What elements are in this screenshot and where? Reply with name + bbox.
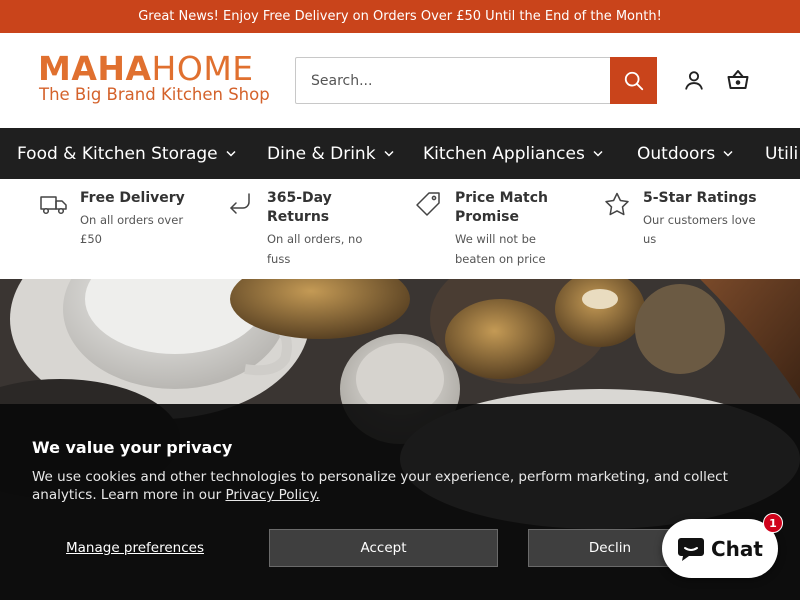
star-icon — [605, 192, 629, 216]
usp-title: Free Delivery — [80, 190, 185, 206]
accept-button[interactable]: Accept — [269, 529, 498, 567]
chat-label: Chat — [711, 536, 763, 561]
site-logo[interactable]: MAHAHOME The Big Brand Kitchen Shop — [38, 51, 274, 111]
chevron-down-icon — [226, 150, 236, 157]
announcement-text: Great News! Enjoy Free Delivery on Order… — [138, 9, 662, 24]
chat-notification-badge: 1 — [763, 513, 783, 533]
logo-tagline: The Big Brand Kitchen Shop — [39, 85, 270, 104]
nav-item-outdoors[interactable]: Outdoors — [637, 128, 733, 179]
nav-item-food-kitchen-storage[interactable]: Food & Kitchen Storage — [17, 128, 236, 179]
usp-returns: 365-Day Returns On all orders, no fuss — [227, 179, 397, 279]
nav-item-dine-drink[interactable]: Dine & Drink — [267, 128, 394, 179]
chevron-down-icon — [593, 150, 603, 157]
usp-ratings: 5-Star Ratings Our customers love us — [603, 179, 793, 279]
cookie-title: We value your privacy — [32, 438, 233, 457]
nav-item-utilities[interactable]: Utili — [765, 128, 798, 179]
usp-title: Returns — [267, 209, 330, 225]
chevron-down-icon — [384, 150, 394, 157]
usp-title: Promise — [455, 209, 519, 225]
usp-title: 365-Day — [267, 190, 332, 206]
usp-subtitle: On all orders over — [80, 213, 184, 227]
usp-subtitle: fuss — [267, 252, 291, 266]
cookie-text: We use cookies and other technologies to… — [32, 468, 772, 504]
price-tag-icon — [416, 192, 440, 216]
chevron-down-icon — [723, 150, 733, 157]
account-icon[interactable] — [683, 69, 705, 91]
usp-subtitle: We will not be — [455, 232, 536, 246]
chat-bubble-icon — [678, 537, 704, 561]
nav-item-label: Food & Kitchen Storage — [17, 143, 218, 164]
nav-item-label: Outdoors — [637, 143, 716, 164]
nav-item-label: Dine & Drink — [267, 143, 376, 164]
usp-subtitle: On all orders, no — [267, 232, 363, 246]
truck-icon — [40, 196, 67, 215]
return-arrow-icon — [230, 193, 250, 214]
search-button[interactable] — [610, 57, 657, 104]
logo-wordmark: MAHAHOME — [38, 49, 254, 88]
usp-subtitle: £50 — [80, 232, 102, 246]
search-bar — [295, 57, 657, 104]
nav-item-label: Utili — [765, 143, 799, 164]
manage-preferences-button[interactable]: Manage preferences — [32, 529, 238, 567]
usp-title: 5-Star Ratings — [643, 190, 757, 206]
nav-item-label: Kitchen Appliances — [423, 143, 585, 164]
cart-icon[interactable] — [726, 68, 750, 92]
search-input[interactable] — [296, 58, 610, 103]
cookie-body: We use cookies and other technologies to… — [32, 469, 728, 503]
main-nav: Food & Kitchen Storage Dine & Drink Kitc… — [0, 128, 800, 179]
usp-title: Price Match — [455, 190, 548, 206]
decline-label: Declin — [588, 540, 632, 556]
site-header: MAHAHOME The Big Brand Kitchen Shop — [0, 33, 800, 128]
search-icon — [624, 71, 643, 90]
chat-widget-button[interactable]: Chat — [662, 519, 778, 578]
privacy-policy-link[interactable]: Privacy Policy. — [225, 487, 319, 503]
usp-subtitle: beaten on price — [455, 252, 546, 266]
usp-price-match: Price Match Promise We will not be beate… — [415, 179, 585, 279]
usp-strip: Free Delivery On all orders over £50 365… — [0, 179, 800, 279]
usp-subtitle: us — [643, 232, 657, 246]
usp-free-delivery: Free Delivery On all orders over £50 — [40, 179, 210, 279]
usp-subtitle: Our customers love — [643, 213, 756, 227]
nav-item-kitchen-appliances[interactable]: Kitchen Appliances — [423, 128, 603, 179]
announcement-bar: Great News! Enjoy Free Delivery on Order… — [0, 0, 800, 33]
